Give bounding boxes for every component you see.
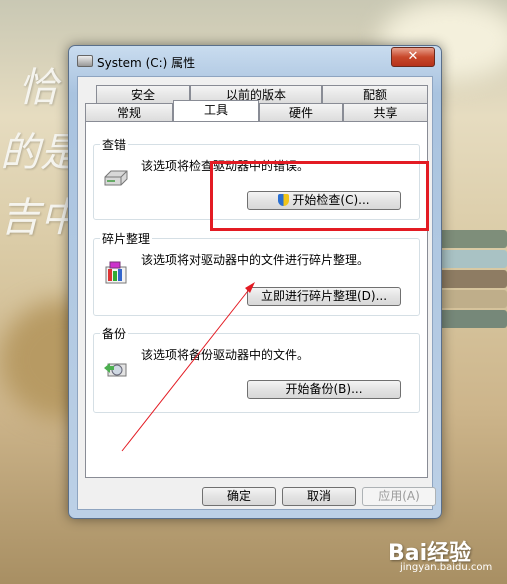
annotation-arrow bbox=[121, 282, 255, 452]
tab-tools[interactable]: 工具 bbox=[173, 100, 259, 121]
